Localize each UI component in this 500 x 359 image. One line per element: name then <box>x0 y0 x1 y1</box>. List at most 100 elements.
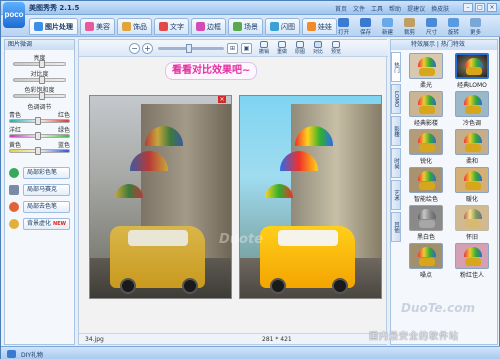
menu-skin[interactable]: 换皮肤 <box>431 4 449 13</box>
more-button[interactable]: 更多 <box>466 17 485 36</box>
tab-fashion[interactable]: 时尚 <box>391 148 401 178</box>
effect-cool-tone[interactable]: 冷色调 <box>451 91 493 127</box>
tab-text[interactable]: 文字 <box>154 18 189 35</box>
slider-knob[interactable] <box>35 117 41 125</box>
effect-smart-color[interactable]: 智能绘色 <box>405 167 447 203</box>
effect-sharpen[interactable]: 锐化 <box>405 129 447 165</box>
effect-warm[interactable]: 暖化 <box>451 167 493 203</box>
local-color-pen-button[interactable]: 局部彩色笔 <box>9 166 70 179</box>
zoom-in-button[interactable]: + <box>142 43 153 54</box>
preview-button[interactable]: 预览 <box>329 41 343 55</box>
close-icon[interactable]: × <box>487 3 497 12</box>
effect-classic-studio[interactable]: 经典影楼 <box>405 91 447 127</box>
tab-accessories[interactable]: 饰品 <box>117 18 152 35</box>
brightness-slider[interactable] <box>13 60 66 68</box>
slider-knob[interactable] <box>39 76 45 84</box>
minimize-icon[interactable]: – <box>463 3 473 12</box>
doll-icon <box>307 22 316 31</box>
zoom-out-button[interactable]: − <box>129 43 140 54</box>
tab-beauty[interactable]: 美容 <box>80 18 115 35</box>
effects-panel: 特效展示 | 热门特效 热门 LOMO 影楼 时尚 艺术 其他 柔光 经典LOM… <box>390 39 498 345</box>
watermark: Duote <box>219 232 264 247</box>
tab-dolls[interactable]: 娃娃 <box>302 18 337 35</box>
effect-nostalgia[interactable]: 怀旧 <box>451 205 493 241</box>
undo-icon <box>260 41 268 48</box>
tab-scenes[interactable]: 场景 <box>228 18 263 35</box>
resize-button[interactable]: 尺寸 <box>422 17 441 36</box>
open-button[interactable]: 打开 <box>334 17 353 36</box>
cyan-red-slider[interactable] <box>9 117 70 125</box>
zoom-slider[interactable] <box>158 44 224 53</box>
local-decolor-button[interactable]: 局部去色笔 <box>9 200 70 213</box>
effect-pink[interactable]: 粉红佳人 <box>451 243 493 279</box>
menu-file[interactable]: 文件 <box>353 4 365 13</box>
compare-button[interactable]: 对比 <box>311 41 325 55</box>
mosaic-icon <box>9 184 19 195</box>
contrast-slider[interactable] <box>13 76 66 84</box>
status-text[interactable]: DIY礼物 <box>21 350 43 359</box>
canvas-status: 34.jpg 281 * 421 <box>79 333 388 344</box>
contrast-control: 对比度 <box>9 69 70 84</box>
processed-photo <box>239 95 382 299</box>
rotate-button[interactable]: 旋转 <box>444 17 463 36</box>
tab-image-processing[interactable]: 图片处理 <box>29 18 78 35</box>
original-button[interactable]: 原图 <box>293 41 307 55</box>
heart-icon <box>122 22 131 31</box>
save-button[interactable]: 保存 <box>356 17 375 36</box>
actual-size-icon[interactable]: ▣ <box>241 43 252 54</box>
tab-hot[interactable]: 热门 <box>391 52 401 82</box>
menu-feedback[interactable]: 提建议 <box>407 4 425 13</box>
local-mosaic-button[interactable]: 局部马赛克 <box>9 183 70 196</box>
history-buttons: 撤销 重做 原图 对比 预览 <box>257 41 343 55</box>
folder-icon <box>338 18 349 27</box>
color-adjust-title: 色调调节 <box>27 104 52 111</box>
tab-frames[interactable]: 边框 <box>191 18 226 35</box>
close-original-icon[interactable]: × <box>218 96 226 103</box>
file-tools: 打开 保存 新建 裁剪 尺寸 旋转 更多 <box>334 17 485 36</box>
flash-icon <box>270 22 279 31</box>
module-tabs: 图片处理 美容 饰品 文字 边框 场景 闪图 娃娃 <box>29 18 337 35</box>
slider-knob[interactable] <box>186 44 192 53</box>
image-icon <box>34 22 43 31</box>
tab-art[interactable]: 艺术 <box>391 180 401 210</box>
tab-lomo[interactable]: LOMO <box>391 84 401 114</box>
status-bar: DIY礼物 <box>1 346 500 359</box>
tab-studio[interactable]: 影楼 <box>391 116 401 146</box>
new-button[interactable]: 新建 <box>378 17 397 36</box>
menu-home[interactable]: 首页 <box>335 4 347 13</box>
menu-help[interactable]: 帮助 <box>389 4 401 13</box>
adjust-panel-title: 图片微调 <box>5 40 74 50</box>
text-icon <box>159 22 168 31</box>
slider-knob[interactable] <box>39 60 45 68</box>
adjust-panel: 图片微调 亮度 对比度 色彩饱和度 色调调节 青色 红色 洋红 绿色 黄色 蓝色 局部… <box>4 39 75 345</box>
crop-button[interactable]: 裁剪 <box>400 17 419 36</box>
maximize-icon[interactable]: □ <box>475 3 485 12</box>
redo-button[interactable]: 重做 <box>275 41 289 55</box>
site-watermark: DuoTe.com <box>401 301 475 315</box>
slider-knob[interactable] <box>35 132 41 140</box>
tab-other[interactable]: 其他 <box>391 212 401 242</box>
tab-flash[interactable]: 闪图 <box>265 18 300 35</box>
slider-knob[interactable] <box>35 147 41 155</box>
compare-banner: 看看对比效果吧~ <box>165 62 258 80</box>
fit-icon[interactable]: ⊞ <box>227 43 238 54</box>
effect-soft[interactable]: 柔和 <box>451 129 493 165</box>
effects-header: 特效展示 | 热门特效 <box>391 40 497 50</box>
effect-noise[interactable]: 噪点 <box>405 243 447 279</box>
effect-black-white[interactable]: 黑白色 <box>405 205 447 241</box>
effect-soft-light[interactable]: 柔光 <box>405 53 447 89</box>
effect-classic-lomo[interactable]: 经典LOMO <box>451 53 493 89</box>
top-menu: 首页 文件 工具 帮助 提建议 换皮肤 <box>335 4 449 13</box>
magenta-green-slider[interactable] <box>9 132 70 140</box>
file-name: 34.jpg <box>85 336 104 343</box>
yellow-blue-slider[interactable] <box>9 147 70 155</box>
background-blur-button[interactable]: 背景虚化 NEW <box>9 217 70 230</box>
frame-icon <box>196 22 205 31</box>
title-bar: poco 美图秀秀 2.1.5 首页 文件 工具 帮助 提建议 换皮肤 – □ … <box>1 1 500 28</box>
slider-knob[interactable] <box>39 92 45 100</box>
more-icon <box>470 18 481 27</box>
color-pen-icon <box>9 167 19 178</box>
menu-tools[interactable]: 工具 <box>371 4 383 13</box>
saturation-slider[interactable] <box>13 92 66 100</box>
undo-button[interactable]: 撤销 <box>257 41 271 55</box>
